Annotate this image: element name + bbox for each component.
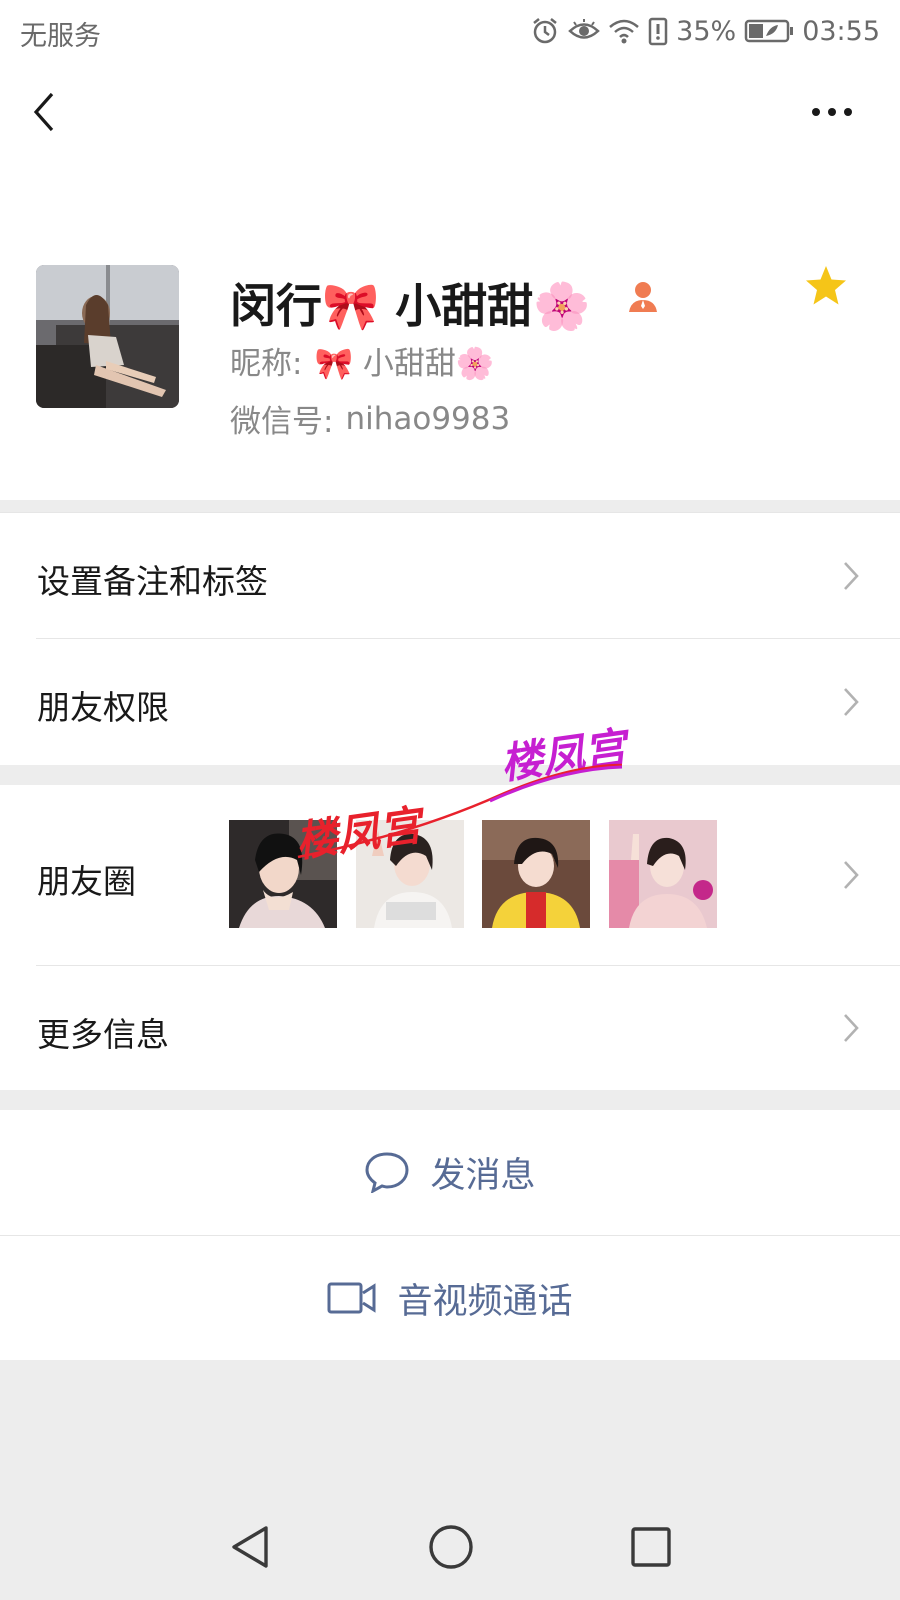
send-message-button[interactable]: 发消息	[0, 1110, 900, 1234]
carrier-text: 无服务	[20, 21, 101, 52]
battery-alert-icon	[648, 17, 668, 46]
battery-icon	[744, 19, 794, 43]
wechat-id-value: nihao9983	[345, 400, 511, 437]
avatar-photo	[36, 265, 179, 408]
alarm-icon	[533, 18, 557, 44]
nickname-value: 🎀 小甜甜🌸	[314, 346, 495, 382]
display-name: 闵行🎀 小甜甜🌸	[230, 279, 591, 333]
eye-icon	[568, 19, 601, 39]
wechat-id-label: 微信号:	[230, 404, 334, 440]
more-button[interactable]	[810, 100, 860, 130]
wifi-icon	[609, 19, 639, 44]
nickname-line: 昵称: 🎀 小甜甜🌸	[230, 338, 495, 383]
video-camera-icon	[327, 1282, 376, 1314]
remark-tags-row[interactable]: 设置备注和标签	[0, 513, 900, 638]
wechat-id-line: 微信号: nihao9983	[230, 396, 510, 441]
chevron-right-icon	[844, 861, 859, 889]
system-recents-button[interactable]	[630, 1526, 672, 1572]
remark-tags-label: 设置备注和标签	[37, 562, 268, 601]
video-call-label: 音视频通话	[397, 1281, 573, 1322]
chevron-right-icon	[844, 1014, 859, 1042]
chevron-right-icon	[844, 562, 859, 590]
triangle-back-icon	[232, 1526, 268, 1568]
chevron-right-icon	[844, 688, 859, 716]
more-dots-icon	[812, 108, 852, 116]
square-recents-icon	[631, 1527, 671, 1567]
back-button[interactable]	[28, 90, 68, 140]
avatar[interactable]	[36, 265, 179, 408]
system-home-button[interactable]	[428, 1524, 474, 1574]
battery-percent: 35%	[676, 15, 737, 47]
contact-tag-icon	[629, 282, 657, 312]
send-message-label: 发消息	[430, 1155, 536, 1196]
moments-label: 朋友圈	[37, 862, 136, 901]
clock-time: 03:55	[802, 15, 880, 47]
circle-home-icon	[429, 1525, 473, 1569]
status-icons: 35% 03:55	[530, 12, 880, 50]
star-icon[interactable]	[804, 264, 848, 308]
more-info-row[interactable]: 更多信息	[0, 966, 900, 1090]
nickname-label: 昵称:	[230, 346, 303, 382]
chat-bubble-icon	[365, 1152, 409, 1193]
watermark-swoosh	[297, 763, 623, 859]
more-info-label: 更多信息	[37, 1015, 169, 1054]
video-call-button[interactable]: 音视频通话	[0, 1236, 900, 1360]
permissions-label: 朋友权限	[37, 688, 169, 727]
system-back-button[interactable]	[228, 1524, 270, 1574]
chevron-left-icon	[33, 92, 54, 132]
